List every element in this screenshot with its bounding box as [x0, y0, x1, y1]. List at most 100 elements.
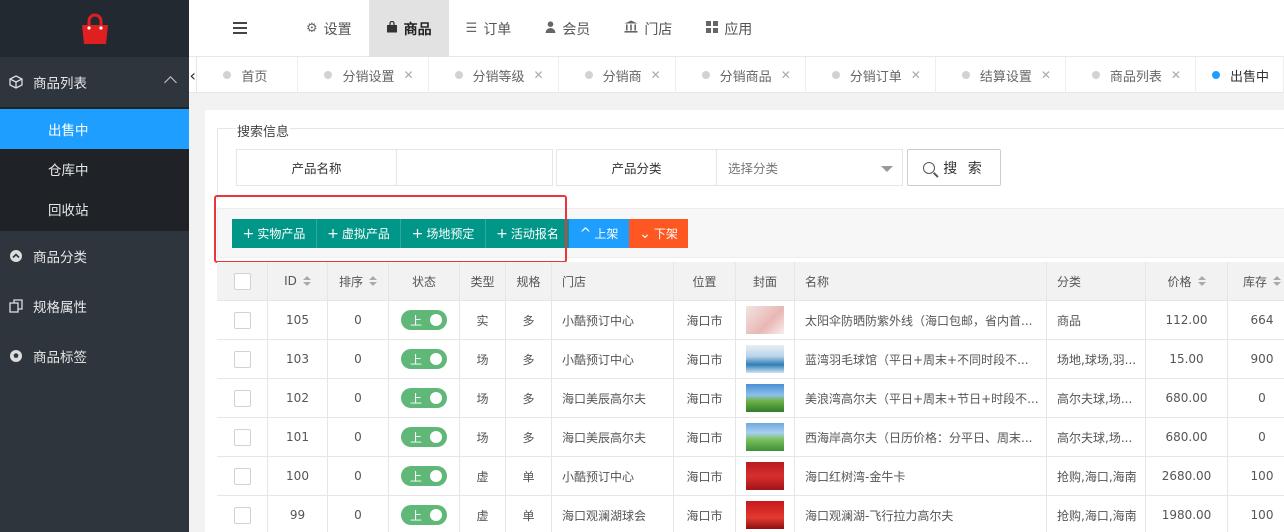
- row-category: 场地,球场,羽...: [1047, 340, 1146, 378]
- list-off-button[interactable]: ⌄ 下架: [629, 219, 688, 248]
- row-stock: 0: [1228, 379, 1284, 417]
- status-toggle[interactable]: 上: [401, 310, 447, 330]
- sidebar-item-warehouse[interactable]: 仓库中: [0, 149, 189, 189]
- col-spec: 规格: [506, 262, 552, 300]
- sidebar-group-product-category[interactable]: 商品分类: [0, 231, 189, 281]
- row-checkbox[interactable]: [233, 506, 251, 524]
- close-icon[interactable]: ✕: [534, 68, 544, 82]
- product-name-input[interactable]: [396, 149, 553, 186]
- row-store: 小酷预订中心: [552, 457, 674, 495]
- status-toggle[interactable]: 上: [401, 427, 447, 447]
- cube-icon: [9, 75, 23, 89]
- add-physical-product-button[interactable]: + 实物产品: [232, 219, 316, 248]
- search-button[interactable]: 搜 索: [907, 149, 1001, 186]
- row-checkbox[interactable]: [233, 350, 251, 368]
- row-store: 小酷预订中心: [552, 301, 674, 339]
- row-price: 15.00: [1146, 340, 1228, 378]
- select-all-checkbox[interactable]: [233, 272, 251, 290]
- sort-icon: [1197, 276, 1206, 286]
- col-id[interactable]: ID: [268, 262, 328, 300]
- row-price: 680.00: [1146, 418, 1228, 456]
- cover-image[interactable]: [746, 462, 784, 490]
- cover-image[interactable]: [746, 384, 784, 412]
- row-spec: 多: [506, 379, 552, 417]
- plus-icon: +: [327, 225, 339, 242]
- tab-settlement-settings[interactable]: 结算设置 ✕: [936, 57, 1066, 93]
- add-event-signup-button[interactable]: + 活动报名: [485, 219, 569, 248]
- sidebar-group-product-tags[interactable]: 商品标签: [0, 331, 189, 381]
- col-cover: 封面: [736, 262, 795, 300]
- chevron-left-icon[interactable]: ‹: [189, 57, 198, 93]
- nav-item-settings[interactable]: ⚙ 设置: [289, 0, 369, 57]
- tab-distribution-settings[interactable]: 分销设置 ✕: [298, 57, 429, 93]
- chevron-up-icon: [164, 76, 177, 89]
- table-row[interactable]: 101 0 上 场 多 海口美辰高尔夫 海口市 西海岸高尔夫（日历价格：分平日、…: [217, 418, 1284, 457]
- tab-dot-icon: [831, 71, 840, 79]
- logo[interactable]: [0, 0, 189, 57]
- col-sort[interactable]: 排序: [328, 262, 389, 300]
- row-sort: 0: [328, 496, 389, 532]
- sidebar-item-label: 仓库中: [48, 163, 89, 179]
- cover-image[interactable]: [746, 345, 784, 373]
- row-store: 海口美辰高尔夫: [552, 379, 674, 417]
- sidebar-group-spec-attributes[interactable]: 规格属性: [0, 281, 189, 331]
- tab-dot-icon: [584, 71, 593, 79]
- row-type: 实: [460, 301, 506, 339]
- sidebar-group-product-list[interactable]: 商品列表: [0, 57, 189, 107]
- table-row[interactable]: 99 0 上 虚 单 海口观澜湖球会 海口市 海口观澜湖-飞行拉力高尔夫 抢购,…: [217, 496, 1284, 532]
- close-icon[interactable]: ✕: [781, 68, 791, 82]
- col-stock[interactable]: 库存: [1228, 262, 1284, 300]
- close-icon[interactable]: ✕: [1171, 68, 1181, 82]
- table-row[interactable]: 103 0 上 场 多 小酷预订中心 海口市 蓝湾羽毛球馆（平日+周末+不同时段…: [217, 340, 1284, 379]
- tab-distribution-products[interactable]: 分销商品 ✕: [676, 57, 806, 93]
- menu-indent-icon[interactable]: [233, 22, 247, 34]
- button-label: 虚拟产品: [341, 227, 390, 241]
- sidebar-item-recycle-bin[interactable]: 回收站: [0, 189, 189, 229]
- tab-distributors[interactable]: 分销商 ✕: [559, 57, 676, 93]
- add-virtual-product-button[interactable]: + 虚拟产品: [316, 219, 400, 248]
- row-id: 103: [268, 340, 328, 378]
- nav-item-members[interactable]: 会员: [528, 0, 607, 57]
- close-icon[interactable]: ✕: [911, 68, 921, 82]
- status-toggle[interactable]: 上: [401, 388, 447, 408]
- nav-item-stores[interactable]: 门店: [607, 0, 689, 57]
- search-icon: [923, 161, 936, 174]
- row-location: 海口市: [674, 496, 736, 532]
- close-icon[interactable]: ✕: [1041, 68, 1051, 82]
- row-cover: [736, 379, 795, 417]
- col-price[interactable]: 价格: [1146, 262, 1228, 300]
- tab-home[interactable]: 首页: [197, 57, 299, 93]
- row-checkbox[interactable]: [233, 311, 251, 329]
- add-venue-booking-button[interactable]: + 场地预定: [400, 219, 485, 248]
- product-category-select[interactable]: 选择分类: [716, 149, 903, 186]
- tab-distribution-orders[interactable]: 分销订单 ✕: [806, 57, 936, 93]
- close-icon[interactable]: ✕: [403, 68, 413, 82]
- tab-distribution-levels[interactable]: 分销等级 ✕: [429, 57, 559, 93]
- tab-on-sale[interactable]: 出售中: [1196, 57, 1284, 93]
- row-cover: [736, 301, 795, 339]
- cover-image[interactable]: [746, 423, 784, 451]
- nav-item-products[interactable]: 商品: [368, 0, 449, 57]
- table-row[interactable]: 102 0 上 场 多 海口美辰高尔夫 海口市 美浪湾高尔夫（平日+周末+节日+…: [217, 379, 1284, 418]
- nav-item-apps[interactable]: 应用: [689, 0, 769, 57]
- row-checkbox[interactable]: [233, 389, 251, 407]
- cover-image[interactable]: [746, 306, 784, 334]
- list-on-button[interactable]: ^ 上架: [569, 219, 629, 248]
- row-checkbox[interactable]: [233, 467, 251, 485]
- sidebar-item-on-sale[interactable]: 出售中: [0, 109, 189, 149]
- tab-label: 分销等级: [472, 69, 525, 85]
- table-row[interactable]: 105 0 上 实 多 小酷预订中心 海口市 太阳伞防晒防紫外线（海口包邮，省内…: [217, 301, 1284, 340]
- tab-product-list[interactable]: 商品列表 ✕: [1066, 57, 1196, 93]
- nav-item-label: 门店: [644, 21, 673, 38]
- status-toggle[interactable]: 上: [401, 349, 447, 369]
- cover-image[interactable]: [746, 501, 784, 529]
- close-icon[interactable]: ✕: [651, 68, 661, 82]
- table-row[interactable]: 100 0 上 虚 单 小酷预订中心 海口市 海口红树湾-金牛卡 抢购,海口,海…: [217, 457, 1284, 496]
- nav-item-label: 会员: [562, 21, 591, 38]
- row-type: 虚: [460, 496, 506, 532]
- row-spec: 多: [506, 340, 552, 378]
- row-checkbox[interactable]: [233, 428, 251, 446]
- nav-item-orders[interactable]: ☰ 订单: [449, 0, 529, 57]
- status-toggle[interactable]: 上: [401, 505, 447, 525]
- status-toggle[interactable]: 上: [401, 466, 447, 486]
